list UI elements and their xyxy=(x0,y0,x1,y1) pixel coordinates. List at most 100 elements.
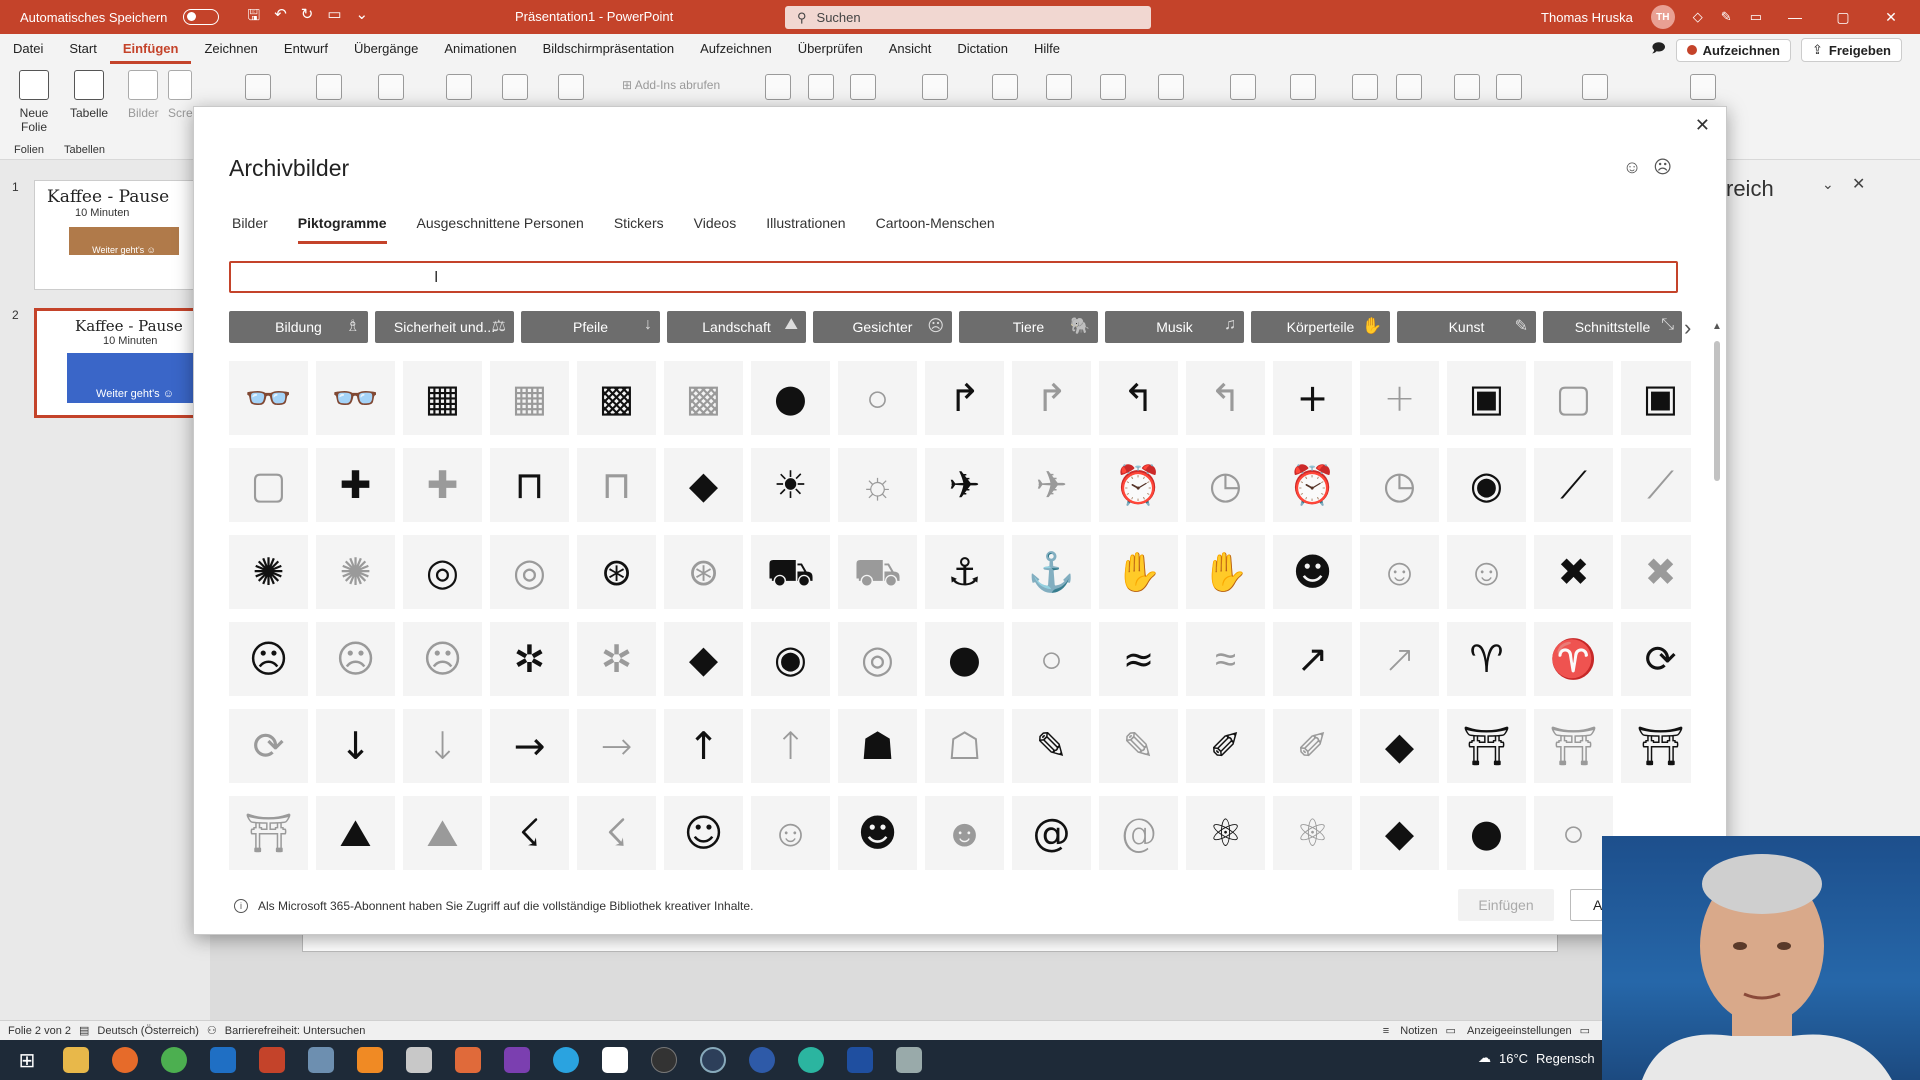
icon-tile[interactable]: ↗ xyxy=(1360,622,1439,696)
menu-item-12[interactable]: Hilfe xyxy=(1021,34,1073,64)
icon-tile[interactable]: ▣ xyxy=(1447,361,1526,435)
tab-3[interactable]: Stickers xyxy=(614,215,664,244)
redo-icon[interactable]: ↻ xyxy=(301,5,314,30)
vlc-icon[interactable] xyxy=(357,1047,383,1073)
autosave-toggle[interactable] xyxy=(183,9,220,25)
icon-tile[interactable]: ● xyxy=(1447,796,1526,870)
icon-tile[interactable]: 👓 xyxy=(316,361,395,435)
smartart-icon[interactable] xyxy=(502,74,528,100)
app-icon[interactable] xyxy=(602,1047,628,1073)
pen-icon[interactable]: ✎ xyxy=(1721,9,1732,25)
chart-insert-icon[interactable] xyxy=(558,74,584,100)
app-icon[interactable] xyxy=(896,1047,922,1073)
icon-tile[interactable]: ○ xyxy=(838,361,917,435)
cameo-icon[interactable] xyxy=(1690,74,1716,100)
object-icon[interactable] xyxy=(1290,74,1316,100)
icon-tile[interactable]: ◉ xyxy=(751,622,830,696)
avatar[interactable]: TH xyxy=(1650,5,1675,29)
slide-number-icon[interactable] xyxy=(1230,74,1256,100)
maximize-icon[interactable]: ▢ xyxy=(1828,9,1858,26)
word-icon[interactable] xyxy=(847,1047,873,1073)
menu-item-3[interactable]: Zeichnen xyxy=(191,34,270,64)
addins-button[interactable]: ⊞ Add-Ins abrufen xyxy=(622,78,720,92)
icon-tile[interactable]: ↰ xyxy=(1099,361,1178,435)
record-button[interactable]: Aufzeichnen xyxy=(1675,38,1791,62)
category-button-2[interactable]: Pfeile ↓ xyxy=(521,311,660,343)
undo-icon[interactable]: ↶ xyxy=(274,5,287,30)
menu-item-4[interactable]: Entwurf xyxy=(271,34,341,64)
layout-icon[interactable]: ▭ xyxy=(1750,9,1762,25)
icon-tile[interactable]: ↓ xyxy=(316,709,395,783)
icon-tile[interactable]: ⛟ xyxy=(838,535,917,609)
icon-tile[interactable]: ✈ xyxy=(1012,448,1091,522)
notes-page-icon[interactable]: ▤ xyxy=(79,1024,89,1037)
category-button-3[interactable]: Landschaft ⛰ xyxy=(667,311,806,343)
action-icon[interactable] xyxy=(808,74,834,100)
icon-tile[interactable]: ◷ xyxy=(1186,448,1265,522)
icon-tile[interactable]: ✚ xyxy=(403,448,482,522)
icon-tile[interactable]: ☀ xyxy=(751,448,830,522)
icon-tile[interactable]: ⛰ xyxy=(403,796,482,870)
close-window-icon[interactable]: ✕ xyxy=(1876,9,1906,26)
notes-button[interactable]: ≡ Notizen xyxy=(1383,1025,1438,1037)
tab-0[interactable]: Bilder xyxy=(232,215,268,244)
icon-tile[interactable]: ▩ xyxy=(664,361,743,435)
menu-item-11[interactable]: Dictation xyxy=(944,34,1021,64)
insert-button[interactable]: Einfügen xyxy=(1458,889,1554,921)
datetime-icon[interactable] xyxy=(1158,74,1184,100)
table-button[interactable]: Tabelle xyxy=(70,70,108,120)
icon-tile[interactable]: ▦ xyxy=(403,361,482,435)
diamond-icon[interactable]: ◇ xyxy=(1693,9,1703,25)
icon-tile[interactable]: + xyxy=(1360,361,1439,435)
icon-tile[interactable]: → xyxy=(577,709,656,783)
icon-tile[interactable]: ⛰ xyxy=(316,796,395,870)
icon-tile[interactable]: ♈ xyxy=(1447,622,1526,696)
icon-tile[interactable]: ● xyxy=(925,622,1004,696)
normal-view-icon[interactable]: ▭ xyxy=(1580,1024,1590,1037)
frown-feedback-icon[interactable]: ☹ xyxy=(1653,157,1672,178)
icon-tile[interactable]: ⛩ xyxy=(1621,709,1691,783)
link-icon[interactable] xyxy=(765,74,791,100)
icon-tile[interactable]: @ xyxy=(1012,796,1091,870)
icon-tile[interactable]: ↓ xyxy=(403,709,482,783)
icon-tile[interactable]: ⚛ xyxy=(1273,796,1352,870)
share-button[interactable]: ⇪ Freigeben xyxy=(1800,38,1902,62)
images-button[interactable]: Bilder xyxy=(128,70,159,120)
icon-tile[interactable]: ⛩ xyxy=(1534,709,1613,783)
icon-tile[interactable]: ⚓ xyxy=(1012,535,1091,609)
category-button-5[interactable]: Tiere 🐘 xyxy=(959,311,1098,343)
icon-tile[interactable]: ↱ xyxy=(1012,361,1091,435)
icon-tile[interactable]: ⏰ xyxy=(1273,448,1352,522)
tab-2[interactable]: Ausgeschnittene Personen xyxy=(417,215,584,244)
menu-item-1[interactable]: Start xyxy=(56,34,109,64)
icon-tile[interactable]: ↰ xyxy=(1186,361,1265,435)
icon-tile[interactable]: ⛩ xyxy=(229,796,308,870)
app-icon[interactable] xyxy=(749,1047,775,1073)
search-input[interactable]: I xyxy=(229,261,1678,293)
telegram-icon[interactable] xyxy=(553,1047,579,1073)
icon-tile[interactable]: → xyxy=(490,709,569,783)
icon-tile[interactable]: ✖ xyxy=(1534,535,1613,609)
icon-tile[interactable]: ⚓ xyxy=(925,535,1004,609)
scroll-thumb[interactable] xyxy=(1714,341,1720,481)
smile-feedback-icon[interactable]: ☺ xyxy=(1623,157,1641,178)
icon-tile[interactable]: ↑ xyxy=(751,709,830,783)
icons-icon[interactable] xyxy=(378,74,404,100)
icon-tile[interactable]: 👓 xyxy=(229,361,308,435)
icon-tile[interactable]: ● xyxy=(751,361,830,435)
scroll-up-icon[interactable]: ▲ xyxy=(1712,321,1722,332)
icon-tile[interactable]: ✈ xyxy=(925,448,1004,522)
scrollbar[interactable]: ▲ xyxy=(1712,321,1722,761)
minimize-icon[interactable]: — xyxy=(1780,9,1810,25)
menu-item-7[interactable]: Bildschirmpräsentation xyxy=(530,34,688,64)
presentation-icon[interactable]: ▭ xyxy=(327,5,341,30)
more-icon[interactable]: ⌄ xyxy=(356,5,369,30)
tab-1[interactable]: Piktogramme xyxy=(297,215,387,244)
icon-tile[interactable]: ✚ xyxy=(316,448,395,522)
menu-item-6[interactable]: Animationen xyxy=(431,34,529,64)
icon-tile[interactable]: ☇ xyxy=(577,796,656,870)
slide-thumbnail-1[interactable]: Kaffee - Pause 10 Minuten Weiter geht's … xyxy=(34,180,204,290)
language-label[interactable]: Deutsch (Österreich) xyxy=(97,1025,198,1037)
icon-tile[interactable]: ⟋ xyxy=(1621,448,1691,522)
icon-tile[interactable]: ✲ xyxy=(490,622,569,696)
